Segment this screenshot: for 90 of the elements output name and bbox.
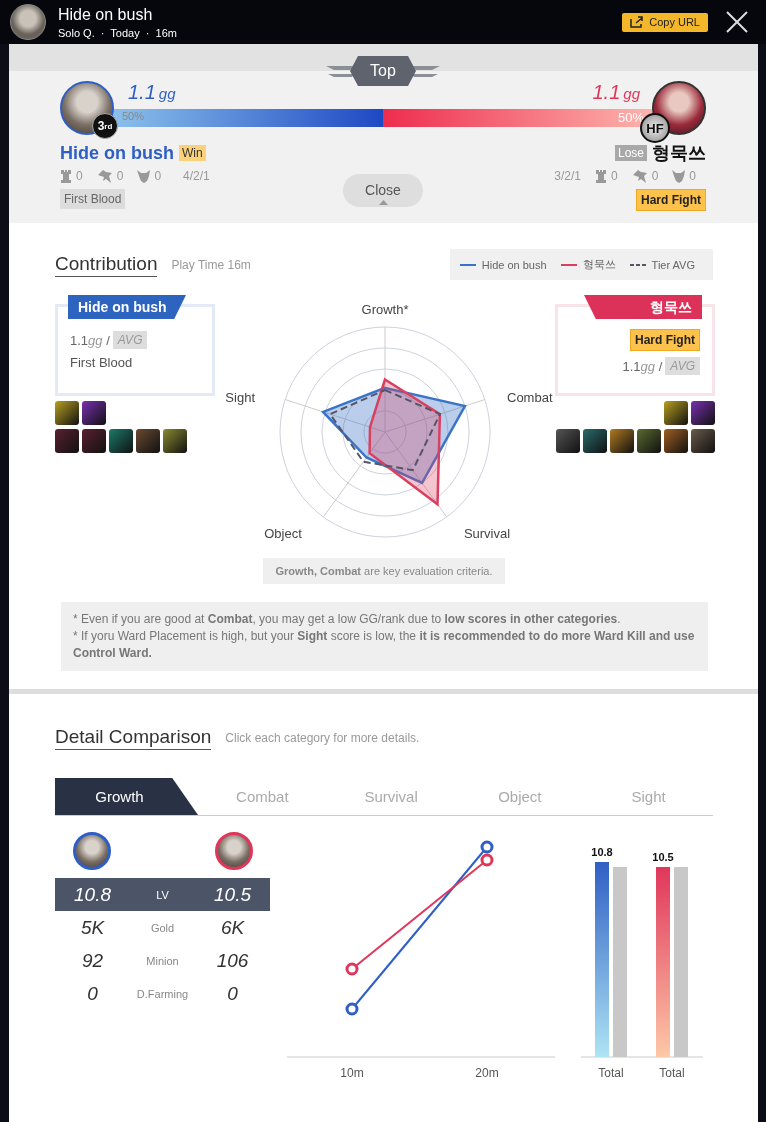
key-criteria-note: Growth, Combat are key evaluation criteria. bbox=[263, 558, 505, 584]
stat-value: 92 bbox=[80, 949, 105, 972]
bar-value: 10.8 bbox=[591, 846, 613, 858]
player-name: 형묵쓰 bbox=[652, 142, 706, 165]
axis-label: Total bbox=[598, 1066, 624, 1080]
stat-label: Minion bbox=[145, 954, 180, 967]
item-image bbox=[637, 429, 661, 453]
stat-value: 0 bbox=[226, 982, 239, 1005]
result-tag: Win bbox=[179, 145, 206, 161]
item-image bbox=[55, 429, 79, 453]
baron-count: 0 bbox=[689, 169, 696, 183]
stat-value: 10.8 bbox=[73, 883, 112, 906]
achievement-tag: Hard Fight bbox=[630, 329, 700, 351]
tower-count: 0 bbox=[610, 169, 618, 183]
tower-icon bbox=[60, 169, 72, 183]
item-image bbox=[163, 429, 187, 453]
spell-image bbox=[691, 401, 715, 425]
share-icon bbox=[630, 16, 645, 28]
item-image bbox=[610, 429, 634, 453]
item-image bbox=[664, 429, 688, 453]
section-hint: Click each category for more details. bbox=[225, 731, 420, 745]
stat-value: 5K bbox=[79, 916, 106, 939]
axis-label: Sight bbox=[225, 390, 255, 405]
player-name: 형묵쓰 bbox=[584, 295, 702, 319]
player-name: Hide on bush bbox=[68, 295, 186, 319]
category-tab[interactable]: Growth bbox=[55, 778, 198, 815]
player-avatar bbox=[10, 4, 46, 40]
achievement-tag: Hard Fight bbox=[636, 189, 706, 211]
avg-tag: AVG bbox=[112, 331, 148, 349]
gg-score: 1.1 gg bbox=[592, 81, 640, 105]
spell-image bbox=[82, 401, 106, 425]
stat-label: D.Farming bbox=[135, 987, 190, 1000]
section-title: Contribution bbox=[55, 252, 158, 277]
achievement-tag: First Blood bbox=[60, 189, 126, 209]
achievement-label: First Blood bbox=[70, 355, 134, 370]
copy-url-button[interactable]: Copy URL bbox=[622, 12, 708, 32]
kda-score: 3/2/1 bbox=[554, 169, 581, 183]
baron-count: 0 bbox=[154, 169, 162, 183]
axis-label: Object bbox=[264, 526, 302, 541]
axis-label: Total bbox=[659, 1066, 685, 1080]
legend-label: Hide on bush bbox=[481, 258, 547, 271]
spell-image bbox=[55, 401, 79, 425]
category-tab[interactable]: Object bbox=[455, 778, 585, 815]
tip-text: * Even if you are good at Combat, you may get a low GG/rank due to low scores in other categories. bbox=[73, 611, 622, 628]
avg-tag: AVG bbox=[665, 357, 700, 375]
axis-label: Combat bbox=[507, 390, 553, 405]
caret-icon bbox=[379, 199, 388, 205]
stat-label: Gold bbox=[149, 921, 176, 934]
gg-score: 1.1gg / bbox=[70, 332, 110, 348]
player-name: Hide on bush bbox=[60, 142, 174, 164]
item-image bbox=[82, 429, 106, 453]
player-avatar bbox=[73, 832, 111, 870]
stat-label: LV bbox=[155, 888, 170, 901]
match-title: Hide on bush bbox=[58, 5, 154, 25]
axis-label: Growth* bbox=[361, 302, 409, 317]
stat-value: 10.5 bbox=[213, 883, 252, 906]
share-percent: 50% bbox=[122, 110, 145, 122]
category-tab[interactable]: Combat bbox=[198, 778, 327, 815]
stat-value: 6K bbox=[219, 916, 246, 939]
close-button[interactable]: Close bbox=[343, 173, 423, 207]
item-image bbox=[136, 429, 160, 453]
bar-value: 10.5 bbox=[652, 851, 674, 863]
section-title: Detail Comparison bbox=[55, 726, 212, 750]
stat-value: 106 bbox=[215, 949, 250, 972]
tip-text: * If yoru Ward Placement is high, but your Sight score is low, the it is recommended to do more Ward Kill and use Control Ward. bbox=[73, 628, 696, 662]
play-time: Play Time 16m bbox=[171, 257, 251, 272]
legend-label: 형묵쓰 bbox=[582, 257, 616, 272]
match-meta: Solo Q. · Today · 16m bbox=[58, 27, 178, 39]
player-avatar bbox=[215, 832, 253, 870]
tower-icon bbox=[594, 169, 607, 183]
item-image bbox=[691, 429, 715, 453]
dragon-count: 0 bbox=[651, 169, 659, 183]
close-icon[interactable] bbox=[726, 11, 748, 33]
stat-value: 0 bbox=[86, 982, 99, 1005]
tower-count: 0 bbox=[76, 169, 83, 183]
gg-score: 1.1gg / bbox=[622, 358, 663, 374]
result-tag: Lose bbox=[614, 145, 647, 161]
axis-label: 20m bbox=[475, 1066, 499, 1080]
legend-label: Tier AVG bbox=[651, 258, 695, 271]
category-tab[interactable]: Survival bbox=[326, 778, 456, 815]
kda-score: 4/2/1 bbox=[183, 169, 210, 183]
item-image bbox=[556, 429, 580, 453]
item-image bbox=[583, 429, 607, 453]
item-image bbox=[109, 429, 133, 453]
axis-label: 10m bbox=[340, 1066, 364, 1080]
gg-score: 1.1 gg bbox=[128, 81, 176, 105]
axis-label: Survival bbox=[463, 526, 511, 541]
category-tab[interactable]: Sight bbox=[584, 778, 713, 815]
dragon-count: 0 bbox=[116, 169, 124, 183]
spell-image bbox=[664, 401, 688, 425]
